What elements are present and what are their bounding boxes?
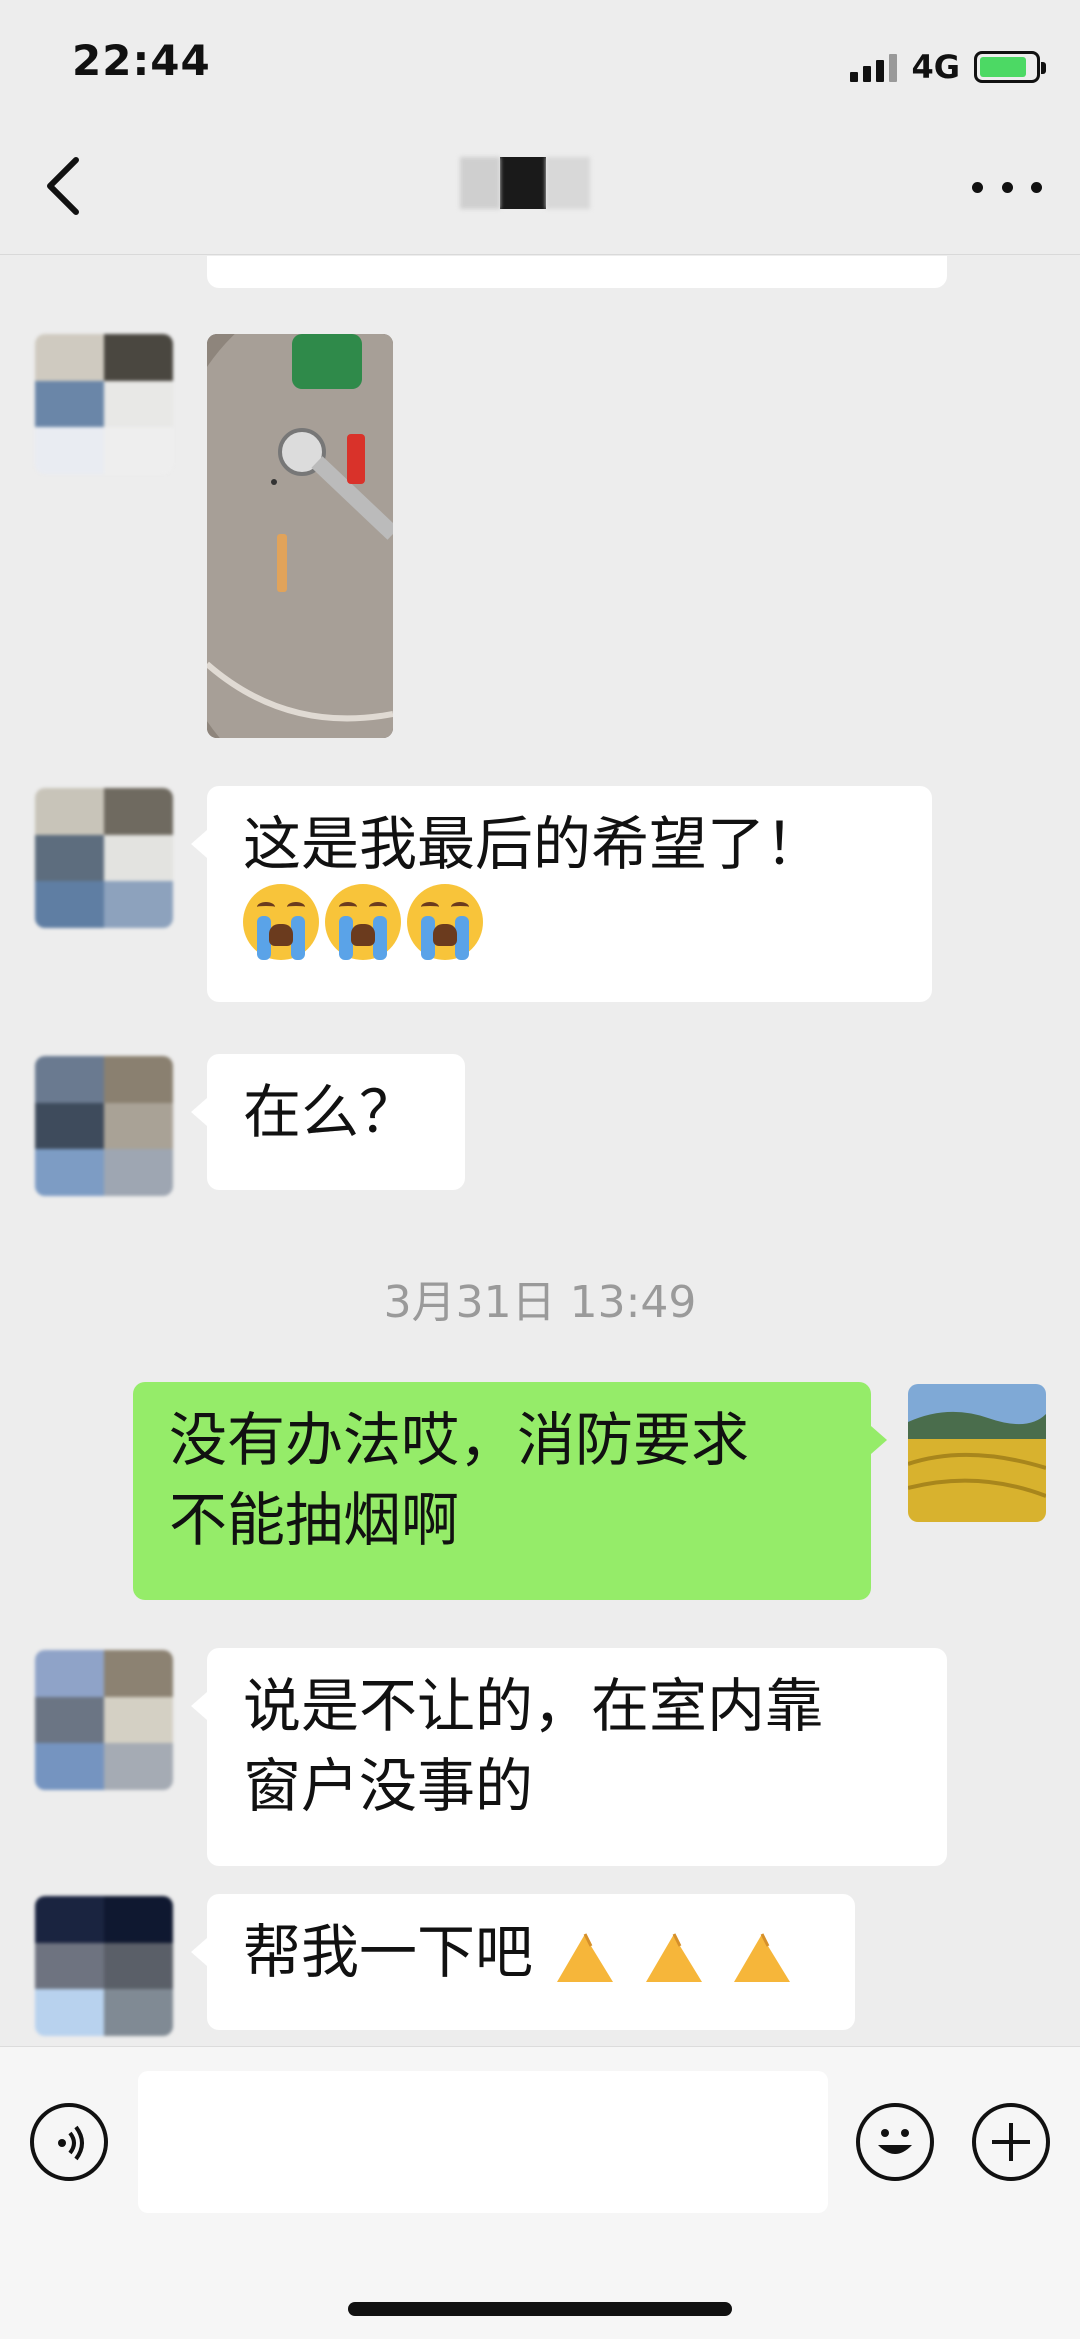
chat-messages[interactable]: 这是我最后的希望了！ 在么？ 3月31日 13:49 没有办法哎，消防要求 不能… — [0, 256, 1080, 2046]
message-text: 帮我一下吧 — [243, 1918, 534, 1986]
contact-avatar[interactable] — [35, 1896, 173, 2036]
input-bar — [0, 2046, 1080, 2339]
ellipsis-icon — [972, 181, 983, 193]
voice-icon — [58, 2125, 84, 2161]
message-text: 在么？ — [243, 1078, 418, 1146]
message-bubble-self[interactable]: 没有办法哎，消防要求 不能抽烟啊 — [133, 1382, 871, 1600]
contact-avatar[interactable] — [35, 1056, 173, 1196]
chat-header — [0, 120, 1080, 255]
home-indicator — [348, 2302, 732, 2316]
smiley-icon — [878, 2129, 912, 2154]
message-text: 这是我最后的希望了！ — [243, 810, 824, 878]
message-text: 窗户没事的 — [243, 1752, 534, 1820]
message-bubble[interactable]: 这是我最后的希望了！ — [207, 786, 932, 1002]
contact-avatar[interactable] — [35, 334, 173, 474]
contact-avatar[interactable] — [35, 788, 173, 928]
photo-thumbnail-icon — [207, 334, 393, 738]
emoji-row — [243, 884, 896, 960]
message-input[interactable] — [138, 2071, 828, 2213]
image-message[interactable] — [207, 334, 393, 738]
chevron-left-icon — [47, 157, 79, 215]
landscape-avatar-icon — [908, 1384, 1046, 1522]
folded-hands-icon — [557, 1933, 614, 1982]
more-actions-button[interactable] — [972, 2103, 1050, 2181]
more-button[interactable] — [972, 172, 1042, 202]
loudly-crying-face-icon — [407, 884, 483, 960]
self-avatar[interactable] — [908, 1384, 1046, 1522]
battery-icon — [974, 51, 1046, 83]
message-text: 没有办法哎，消防要求 — [169, 1406, 750, 1474]
folded-hands-icon — [734, 1933, 791, 1982]
message-text: 不能抽烟啊 — [169, 1486, 460, 1554]
timestamp: 3月31日 13:49 — [383, 1277, 697, 1328]
message-bubble[interactable]: 帮我一下吧 — [207, 1894, 855, 2030]
voice-button[interactable] — [30, 2103, 108, 2181]
loudly-crying-face-icon — [243, 884, 319, 960]
folded-hands-icon — [645, 1933, 702, 1982]
loudly-crying-face-icon — [325, 884, 401, 960]
status-indicators: 4G — [850, 48, 1046, 86]
chat-title-redacted — [445, 148, 605, 218]
status-bar: 22:44 4G — [0, 0, 1080, 120]
message-bubble-partial — [207, 256, 947, 288]
contact-avatar[interactable] — [35, 1650, 173, 1790]
message-text: 说是不让的，在室内靠 — [243, 1672, 824, 1740]
network-type: 4G — [911, 48, 960, 86]
back-button[interactable] — [36, 150, 96, 220]
status-time: 22:44 — [72, 36, 211, 85]
signal-icon — [850, 52, 898, 82]
plus-circle-icon — [992, 2123, 1030, 2161]
emoji-button[interactable] — [856, 2103, 934, 2181]
message-bubble[interactable]: 说是不让的，在室内靠 窗户没事的 — [207, 1648, 947, 1866]
message-bubble[interactable]: 在么？ — [207, 1054, 465, 1190]
